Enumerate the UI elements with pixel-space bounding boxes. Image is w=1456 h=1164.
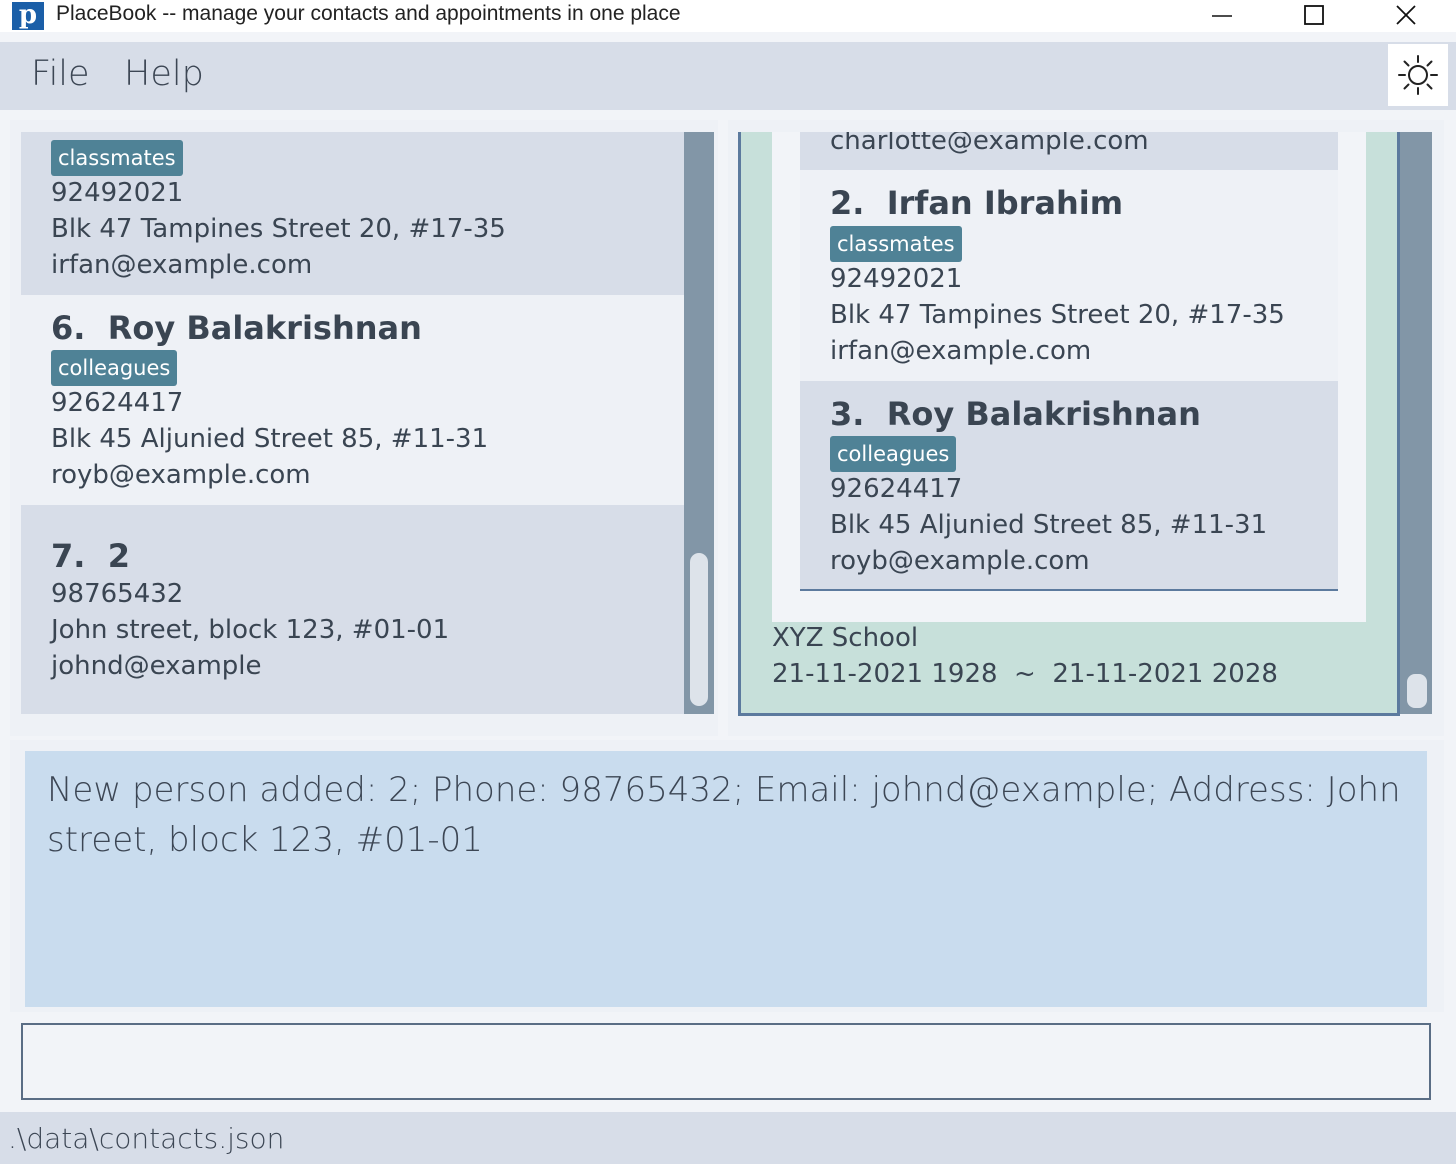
appointment-list-scroll-thumb[interactable]	[1407, 674, 1427, 708]
client-email: royb@example.com	[830, 546, 1090, 576]
client-address: Blk 47 Tampines Street 20, #17-35	[830, 300, 1285, 330]
client-name: 2. Irfan Ibrahim	[830, 184, 1124, 222]
person-email: johnd@example	[51, 651, 262, 681]
result-display: New person added: 2; Phone: 98765432; Em…	[25, 751, 1427, 1007]
client-phone: 92492021	[830, 264, 963, 294]
tag-badge: classmates	[51, 140, 183, 176]
person-email: irfan@example.com	[51, 250, 313, 280]
tag-badge: colleagues	[830, 436, 957, 472]
person-list-scroll-thumb[interactable]	[690, 553, 708, 706]
data-file-path: .\data\contacts.json	[8, 1122, 285, 1155]
client-address: Blk 45 Aljunied Street 85, #11-31	[830, 510, 1268, 540]
appointment-location: XYZ School	[772, 623, 919, 653]
person-email: royb@example.com	[51, 460, 311, 490]
result-message: New person added: 2; Phone: 98765432; Em…	[47, 770, 1401, 860]
appointment-list-scrollbar[interactable]	[1400, 132, 1432, 714]
person-phone: 92492021	[51, 178, 184, 208]
menu-bar: File Help	[0, 42, 1456, 110]
close-icon	[1396, 5, 1416, 25]
appointment-time-range: 21-11-2021 1928 ~ 21-11-2021 2028	[772, 659, 1278, 689]
person-address: Blk 45 Aljunied Street 85, #11-31	[51, 424, 489, 454]
person-address: Blk 47 Tampines Street 20, #17-35	[51, 214, 506, 244]
close-button[interactable]	[1376, 0, 1436, 32]
window-title: PlaceBook -- manage your contacts and ap…	[56, 2, 681, 25]
theme-toggle-button[interactable]	[1388, 44, 1448, 106]
tag-badge: classmates	[830, 226, 962, 262]
app-logo-icon: p	[12, 2, 44, 30]
maximize-icon	[1304, 5, 1324, 25]
person-list[interactable]: classmates 92492021 Blk 47 Tampines Stre…	[21, 132, 684, 714]
person-card[interactable]: 6. Roy Balakrishnan colleagues 92624417 …	[21, 295, 684, 505]
command-input[interactable]	[21, 1023, 1431, 1100]
status-bar: .\data\contacts.json	[0, 1112, 1456, 1164]
minimize-icon	[1212, 15, 1232, 17]
person-card[interactable]: 7. 2 98765432 John street, block 123, #0…	[21, 505, 684, 714]
client-email: charlotte@example.com	[830, 132, 1149, 156]
person-address: John street, block 123, #01-01	[51, 615, 450, 645]
person-name: 6. Roy Balakrishnan	[51, 309, 422, 347]
person-name: 7. 2	[51, 537, 130, 575]
sun-icon	[1398, 55, 1438, 95]
person-phone: 92624417	[51, 388, 184, 418]
client-card[interactable]: 3. Roy Balakrishnan colleagues 92624417 …	[800, 381, 1338, 591]
person-phone: 98765432	[51, 579, 184, 609]
menu-file[interactable]: File	[31, 54, 90, 94]
client-email: irfan@example.com	[830, 336, 1092, 366]
client-card[interactable]: charlotte@example.com	[800, 132, 1338, 170]
client-phone: 92624417	[830, 474, 963, 504]
person-card[interactable]: classmates 92492021 Blk 47 Tampines Stre…	[21, 132, 684, 295]
client-name: 3. Roy Balakrishnan	[830, 395, 1201, 433]
minimize-button[interactable]	[1192, 0, 1252, 32]
tag-badge: colleagues	[51, 350, 178, 386]
client-card[interactable]: 2. Irfan Ibrahim classmates 92492021 Blk…	[800, 170, 1338, 381]
menu-help[interactable]: Help	[124, 54, 204, 94]
appointment-client-list[interactable]: charlotte@example.com 2. Irfan Ibrahim c…	[800, 132, 1338, 592]
maximize-button[interactable]	[1284, 0, 1344, 32]
title-bar: p PlaceBook -- manage your contacts and …	[0, 0, 1456, 32]
